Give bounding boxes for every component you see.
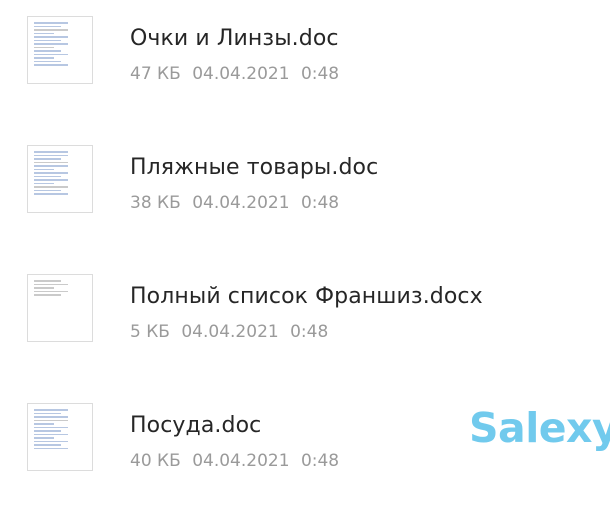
- document-thumbnail-icon[interactable]: [27, 16, 93, 84]
- file-name[interactable]: Посуда.doc: [130, 413, 261, 438]
- file-name[interactable]: Очки и Линзы.doc: [130, 26, 339, 51]
- watermark-logo: Salexy: [469, 404, 610, 452]
- file-date: 04.04.2021: [192, 193, 290, 213]
- file-time: 0:48: [290, 322, 329, 342]
- file-size: 38 КБ: [130, 193, 181, 213]
- file-size: 40 КБ: [130, 451, 181, 471]
- file-meta: 40 КБ 04.04.2021 0:48: [130, 451, 345, 471]
- file-time: 0:48: [300, 193, 340, 213]
- file-date: 04.04.2021: [192, 451, 290, 471]
- file-row[interactable]: Полный список Франшиз.docx 5 КБ 04.04.20…: [0, 272, 610, 382]
- file-time: 0:48: [300, 64, 340, 84]
- document-thumbnail-icon[interactable]: [27, 145, 93, 213]
- document-thumbnail-icon[interactable]: [27, 274, 93, 342]
- file-size: 47 КБ: [130, 64, 181, 84]
- file-row[interactable]: Пляжные товары.doc 38 КБ 04.04.2021 0:48: [0, 143, 610, 253]
- file-meta: 5 КБ 04.04.2021 0:48: [130, 322, 334, 342]
- file-name[interactable]: Пляжные товары.doc: [130, 155, 378, 180]
- file-date: 04.04.2021: [181, 322, 279, 342]
- file-name[interactable]: Полный список Франшиз.docx: [130, 284, 483, 309]
- file-list: Очки и Линзы.doc 47 КБ 04.04.2021 0:48 П…: [0, 0, 610, 471]
- file-size: 5 КБ: [130, 322, 170, 342]
- document-thumbnail-icon[interactable]: [27, 403, 93, 471]
- file-row[interactable]: Очки и Линзы.doc 47 КБ 04.04.2021 0:48: [0, 14, 610, 124]
- file-meta: 47 КБ 04.04.2021 0:48: [130, 64, 345, 84]
- file-time: 0:48: [300, 451, 340, 471]
- file-meta: 38 КБ 04.04.2021 0:48: [130, 193, 345, 213]
- file-date: 04.04.2021: [192, 64, 290, 84]
